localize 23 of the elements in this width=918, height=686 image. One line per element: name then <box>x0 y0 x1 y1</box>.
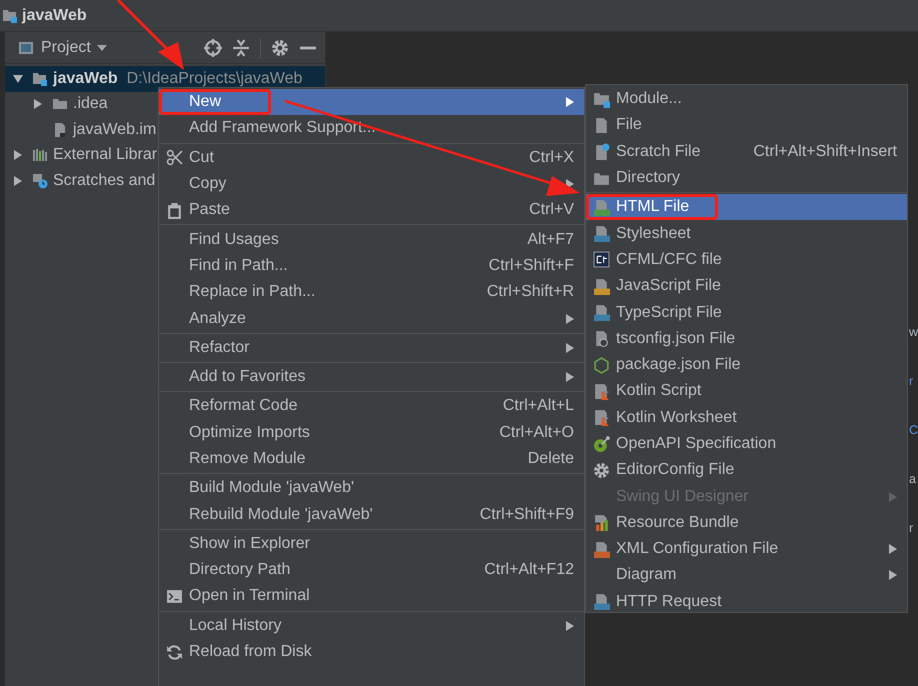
tree-label: javaWeb <box>53 70 118 88</box>
shortcut-label: Ctrl+Alt+F12 <box>484 561 574 580</box>
code-fragment: r <box>908 373 914 390</box>
shortcut-label: Ctrl+V <box>529 201 574 220</box>
code-fragment: C <box>908 422 918 439</box>
path-hint: D:\IdeaProjects\javaWeb <box>126 70 302 88</box>
code-fragment: w <box>908 324 918 341</box>
code-fragment: a <box>908 471 916 488</box>
window-title: javaWeb <box>22 6 87 24</box>
shortcut-label: Delete <box>528 450 574 468</box>
shortcut-label: Alt+F7 <box>527 230 574 249</box>
shortcut-label: Ctrl+Shift+F9 <box>480 506 574 524</box>
shortcut-label: Ctrl+Alt+O <box>499 424 574 442</box>
shortcut-label: Ctrl+Shift+F <box>488 256 574 275</box>
shortcut-label: Ctrl+X <box>529 148 574 167</box>
tree-label: External Librar <box>53 146 158 164</box>
tree-label: javaWeb.im <box>73 120 156 139</box>
tree-label: Scratches and <box>53 172 156 190</box>
shortcut-label: Ctrl+Alt+L <box>502 397 574 416</box>
code-fragment: r <box>908 520 914 537</box>
shortcut-label: Ctrl+Shift+R <box>486 283 574 302</box>
shortcut-label: Ctrl+Alt+Shift+Insert <box>753 142 897 161</box>
tree-label: .idea <box>73 95 108 114</box>
